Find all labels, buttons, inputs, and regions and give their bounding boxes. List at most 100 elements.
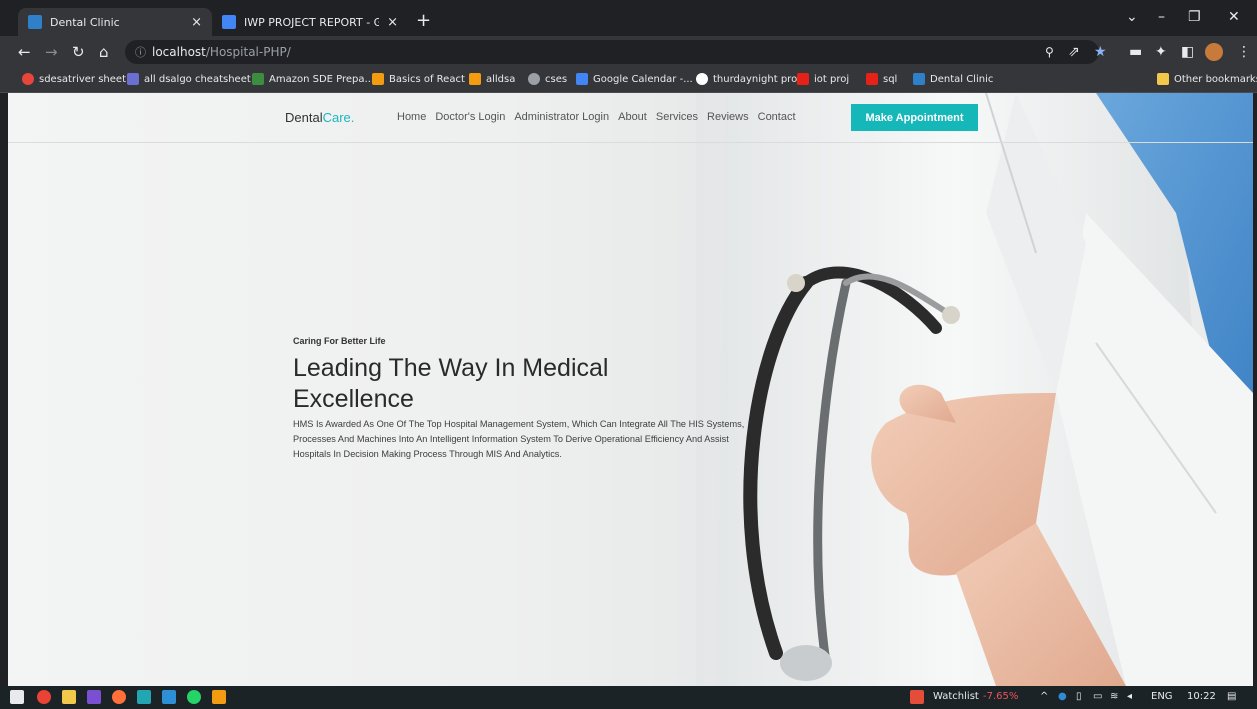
google-docs-icon — [222, 15, 236, 29]
bookmark-favicon-icon — [252, 73, 264, 85]
nav-item-doctors-login[interactable]: Doctor's Login — [435, 111, 505, 123]
vscode-icon[interactable] — [162, 690, 176, 704]
share-icon[interactable]: ⇗ — [1068, 44, 1080, 60]
bookmark-item[interactable]: Dental Clinic — [913, 73, 993, 85]
dental-clinic-favicon-icon — [28, 15, 42, 29]
bookmark-label: Dental Clinic — [930, 73, 994, 85]
tab-search-icon[interactable]: ⌄ — [1126, 9, 1138, 25]
minimize-button[interactable]: – — [1158, 9, 1165, 25]
whatsapp-icon[interactable] — [187, 690, 201, 704]
watchlist-label[interactable]: Watchlist — [933, 691, 979, 702]
tray-icon[interactable]: ▯ — [1076, 691, 1082, 702]
hero-section: Caring For Better Life Leading The Way I… — [293, 336, 753, 462]
address-host: localhost — [152, 45, 206, 59]
file-explorer-icon[interactable] — [62, 690, 76, 704]
tab-close-icon[interactable]: × — [387, 15, 398, 30]
windows-taskbar: Watchlist -7.65% ^ ● ▯ ▭ ≋ ◂ ENG 10:22 ▤ — [0, 686, 1257, 709]
bookmark-item[interactable]: cses — [528, 73, 567, 85]
hero-title: Leading The Way In Medical Excellence — [293, 354, 609, 413]
tab-title: IWP PROJECT REPORT - Google D — [244, 15, 380, 29]
site-navbar: DentalCare. Home Doctor's Login Administ… — [8, 93, 1253, 143]
nav-item-contact[interactable]: Contact — [758, 111, 796, 123]
back-button[interactable]: ← — [18, 43, 31, 61]
windows-start-icon[interactable] — [10, 690, 24, 704]
home-button[interactable]: ⌂ — [99, 43, 109, 61]
google-icon — [696, 73, 708, 85]
app-icon[interactable] — [87, 690, 101, 704]
browser-toolbar: ← → ↻ ⌂ ⓘ localhost /Hospital-PHP/ ⚲ ⇗ ★… — [0, 36, 1257, 68]
chrome-icon[interactable] — [37, 690, 51, 704]
bookmark-label: Google Calendar -... — [593, 73, 693, 85]
bookmark-item[interactable]: Basics of React — [372, 73, 465, 85]
app-icon[interactable] — [212, 690, 226, 704]
app-icon[interactable] — [137, 690, 151, 704]
nav-menu: Home Doctor's Login Administrator Login … — [397, 111, 796, 123]
google-calendar-icon — [576, 73, 588, 85]
bookmark-label: Other bookmarks — [1174, 73, 1257, 85]
menu-icon[interactable]: ⋮ — [1237, 44, 1251, 60]
profile-avatar-icon[interactable] — [1205, 43, 1223, 61]
restore-button[interactable]: ❐ — [1188, 9, 1201, 25]
new-tab-button[interactable]: + — [416, 12, 431, 30]
bookmark-item[interactable]: alldsa — [469, 73, 515, 85]
globe-icon — [528, 73, 540, 85]
nav-item-administrator-login[interactable]: Administrator Login — [514, 111, 609, 123]
browser-tab-bar: Dental Clinic × IWP PROJECT REPORT - Goo… — [0, 0, 1257, 36]
wifi-icon[interactable]: ≋ — [1110, 691, 1118, 702]
watchlist-icon[interactable] — [910, 690, 924, 704]
bookmark-label: sql — [883, 73, 898, 85]
reload-button[interactable]: ↻ — [72, 43, 85, 61]
firefox-icon[interactable] — [112, 690, 126, 704]
bookmark-label: Basics of React — [389, 73, 465, 85]
forward-button[interactable]: → — [45, 43, 58, 61]
volume-icon[interactable]: ◂ — [1127, 691, 1132, 702]
site-info-icon[interactable]: ⓘ — [135, 44, 146, 60]
bookmarks-bar: sdesatriver sheet all dsalgo cheatsheet … — [0, 68, 1257, 93]
tab-iwp-report[interactable]: IWP PROJECT REPORT - Google D × — [212, 8, 408, 36]
bookmark-favicon-icon — [372, 73, 384, 85]
bookmark-item[interactable]: Google Calendar -... — [576, 73, 693, 85]
make-appointment-button[interactable]: Make Appointment — [851, 104, 978, 131]
address-path: /Hospital-PHP/ — [205, 45, 291, 59]
side-panel-icon[interactable]: ◧ — [1181, 44, 1194, 60]
bookmark-label: alldsa — [486, 73, 516, 85]
site-logo[interactable]: DentalCare. — [285, 110, 354, 125]
bookmark-item[interactable]: all dsalgo cheatsheet — [127, 73, 251, 85]
nav-item-about[interactable]: About — [618, 111, 647, 123]
extensions-puzzle-icon[interactable]: ✦ — [1155, 44, 1167, 60]
tray-chevron-icon[interactable]: ^ — [1040, 691, 1048, 702]
battery-icon[interactable]: ▭ — [1093, 691, 1102, 702]
bookmark-item[interactable]: Amazon SDE Prepa... — [252, 73, 374, 85]
bookmark-item[interactable]: iot proj — [797, 73, 849, 85]
bookmark-label: thurdaynight proj — [713, 73, 800, 85]
brand-accent-text: Care. — [322, 110, 355, 125]
tab-close-icon[interactable]: × — [191, 15, 202, 30]
close-window-button[interactable]: ✕ — [1228, 9, 1240, 25]
nav-item-home[interactable]: Home — [397, 111, 426, 123]
bookmark-star-icon[interactable]: ★ — [1094, 44, 1107, 60]
nav-item-reviews[interactable]: Reviews — [707, 111, 749, 123]
tab-dental-clinic[interactable]: Dental Clinic × — [18, 8, 212, 36]
web-page: DentalCare. Home Doctor's Login Administ… — [8, 93, 1253, 686]
tab-title: Dental Clinic — [50, 15, 120, 29]
language-indicator[interactable]: ENG — [1151, 691, 1173, 702]
bookmark-label: cses — [545, 73, 568, 85]
bluetooth-icon[interactable]: ● — [1058, 691, 1067, 702]
zoom-icon[interactable]: ⚲ — [1045, 44, 1054, 60]
extension-icon[interactable]: ▬ — [1129, 44, 1142, 60]
notifications-icon[interactable]: ▤ — [1227, 691, 1236, 702]
address-bar[interactable]: ⓘ localhost /Hospital-PHP/ — [125, 40, 1099, 64]
bookmark-item[interactable]: thurdaynight proj — [696, 73, 800, 85]
hero-description: HMS Is Awarded As One Of The Top Hospita… — [293, 419, 745, 459]
bookmark-label: Amazon SDE Prepa... — [269, 73, 375, 85]
other-bookmarks-folder[interactable]: Other bookmarks — [1157, 73, 1257, 85]
bookmark-label: iot proj — [814, 73, 850, 85]
bookmark-item[interactable]: sdesatriver sheet — [22, 73, 126, 85]
bookmark-item[interactable]: sql — [866, 73, 897, 85]
hero-eyebrow: Caring For Better Life — [293, 336, 386, 346]
clock[interactable]: 10:22 — [1187, 691, 1216, 702]
bookmark-favicon-icon — [127, 73, 139, 85]
youtube-icon — [797, 73, 809, 85]
bookmark-label: all dsalgo cheatsheet — [144, 73, 251, 85]
nav-item-services[interactable]: Services — [656, 111, 698, 123]
